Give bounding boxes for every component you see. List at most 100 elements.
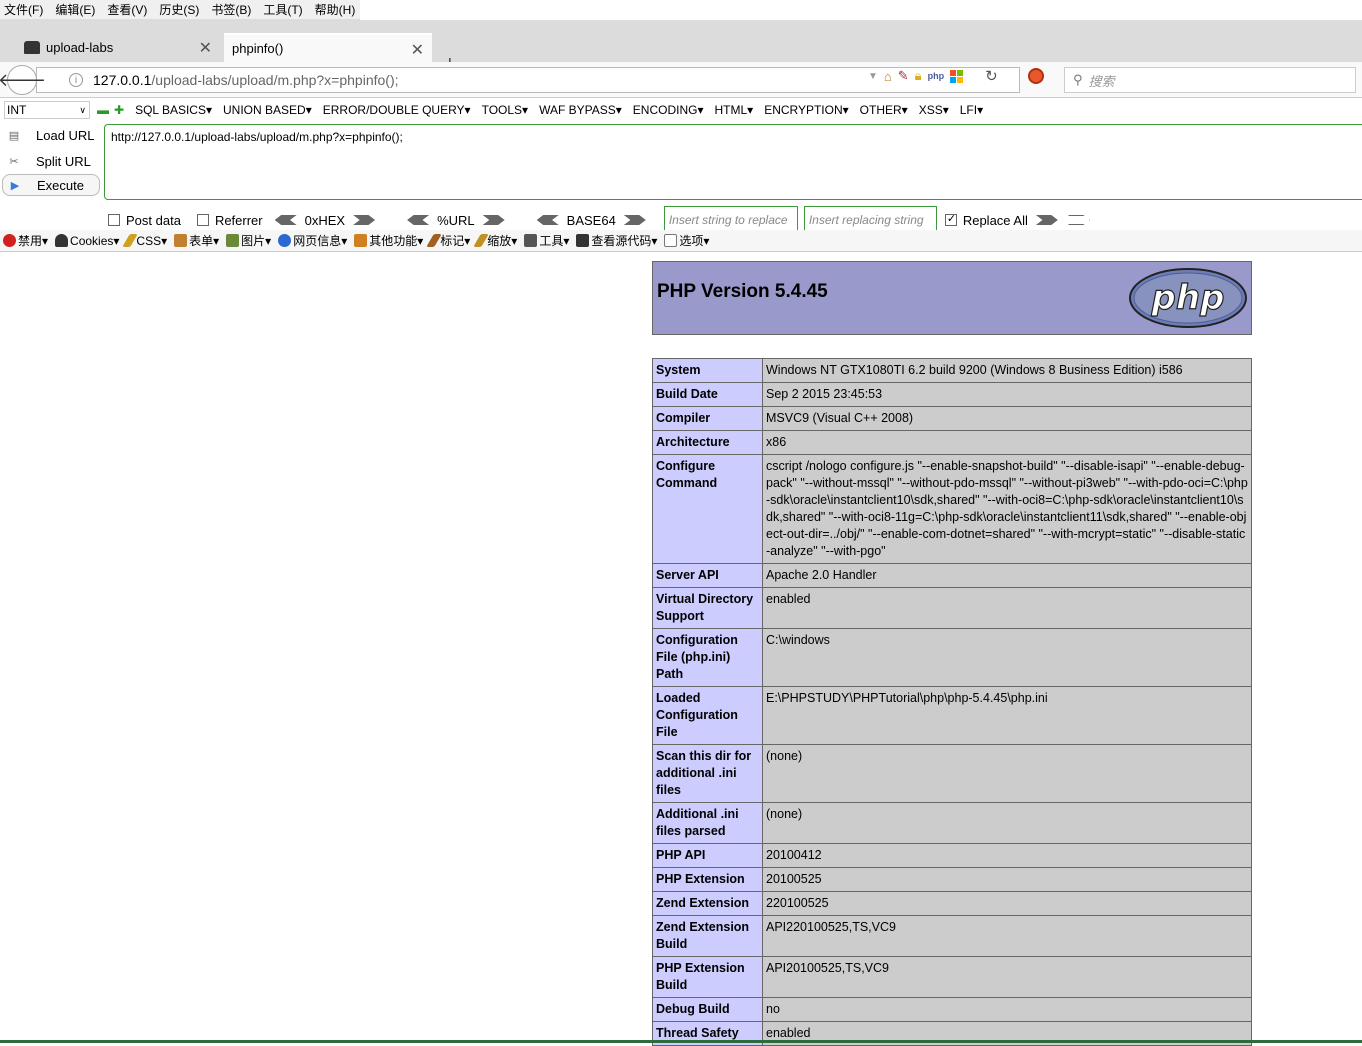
- menu-edit[interactable]: 编辑(E): [55, 1, 95, 18]
- table-row: Scan this dir for additional .ini files(…: [652, 744, 1252, 803]
- reload-icon[interactable]: ↻: [985, 67, 998, 85]
- injection-type-select[interactable]: INT ∨: [4, 101, 90, 119]
- minus-icon[interactable]: ▬: [97, 103, 109, 117]
- menu-history[interactable]: 历史(S): [159, 1, 199, 18]
- table-key: Debug Build: [652, 997, 763, 1022]
- css-menu[interactable]: CSS▾: [122, 234, 167, 248]
- split-url-label: Split URL: [36, 153, 91, 169]
- close-tab-icon[interactable]: ✕: [411, 40, 424, 60]
- table-key: Configure Command: [652, 454, 763, 564]
- image-icon: [226, 234, 240, 247]
- table-row: Zend Extension 220100525: [652, 891, 1252, 916]
- back-button[interactable]: 🡐: [0, 65, 46, 95]
- referrer-checkbox[interactable]: [196, 214, 209, 226]
- url-path: /upload-labs/upload/m.php?x=phpinfo();: [151, 72, 399, 88]
- tools-icon: [524, 234, 538, 247]
- table-value: MSVC9 (Visual C++ 2008): [762, 406, 1252, 431]
- plus-icon[interactable]: ✚: [114, 103, 124, 117]
- disable-menu[interactable]: 禁用▾: [3, 232, 48, 249]
- outline-menu[interactable]: 标记▾: [426, 232, 470, 249]
- table-value: 20100412: [762, 843, 1252, 868]
- disable-label: 禁用▾: [18, 234, 49, 248]
- base64-decode-arrow-icon[interactable]: [536, 215, 559, 225]
- view-source-label: 查看源代码▾: [591, 234, 658, 248]
- replace-all-checkbox[interactable]: [944, 212, 957, 226]
- hackbar-menu-items: ▬ ✚ SQL BASICS▾ UNION BASED▾ ERROR/DOUBL…: [97, 103, 983, 117]
- php-version-header: PHP Version 5.4.45 php: [652, 261, 1252, 335]
- execute-label: Execute: [37, 177, 84, 193]
- menu-bookmarks[interactable]: 书签(B): [211, 1, 251, 18]
- menu-lfi[interactable]: LFI▾: [960, 103, 983, 117]
- menu-file[interactable]: 文件(F): [4, 1, 43, 18]
- home-icon: [24, 41, 40, 54]
- tab-upload-labs[interactable]: upload-labs ✕: [16, 33, 220, 62]
- page-info-menu[interactable]: 网页信息▾: [278, 232, 347, 249]
- blocker-icon[interactable]: [1027, 68, 1044, 84]
- url-decode-arrow-icon[interactable]: [407, 215, 430, 225]
- home-icon[interactable]: ⌂: [884, 69, 892, 84]
- table-row: Build Date Sep 2 2015 23:45:53: [652, 382, 1252, 407]
- dropdown-arrow-icon[interactable]: ▼: [868, 71, 878, 82]
- replacing-placeholder: Insert replacing string: [808, 213, 924, 227]
- options-label: 选项▾: [679, 234, 710, 248]
- execute-button[interactable]: ▶ Execute: [2, 174, 100, 196]
- injection-type-value: INT: [7, 103, 27, 117]
- hackbar-url-textarea[interactable]: http://127.0.0.1/upload-labs/upload/m.ph…: [104, 124, 1362, 200]
- menu-waf-bypass[interactable]: WAF BYPASS▾: [539, 103, 622, 117]
- menu-error-double-query[interactable]: ERROR/DOUBLE QUERY▾: [323, 103, 471, 117]
- menu-html[interactable]: HTML▾: [714, 103, 753, 117]
- table-key: Compiler: [652, 406, 763, 431]
- table-value: E:\PHPSTUDY\PHPTutorial\php\php-5.4.45\p…: [762, 686, 1252, 745]
- replace-arrow-icon[interactable]: [1035, 215, 1058, 225]
- table-value: API220100525,TS,VC9: [762, 915, 1252, 957]
- post-data-checkbox[interactable]: [108, 214, 120, 226]
- tab-phpinfo[interactable]: phpinfo() ✕: [224, 33, 432, 62]
- resize-menu[interactable]: 缩放▾: [473, 232, 518, 249]
- windows-icon[interactable]: [950, 69, 964, 83]
- view-source-icon: [576, 234, 590, 247]
- hex-encode-arrow-icon[interactable]: [353, 215, 376, 225]
- menu-help[interactable]: 帮助(H): [315, 1, 356, 18]
- url-encode-arrow-icon[interactable]: [482, 215, 505, 225]
- forms-menu[interactable]: 表单▾: [174, 232, 219, 249]
- php-logo-text: php: [1151, 278, 1225, 318]
- info-circle-icon: [278, 234, 292, 247]
- load-icon: ▤: [8, 129, 20, 142]
- menu-encryption[interactable]: ENCRYPTION▾: [764, 103, 848, 117]
- table-value: 220100525: [762, 891, 1252, 916]
- menu-sql-basics[interactable]: SQL BASICS▾: [135, 103, 212, 117]
- resize-label: 缩放▾: [487, 234, 518, 248]
- menu-view[interactable]: 查看(V): [107, 1, 147, 18]
- cookies-menu[interactable]: Cookies▾: [55, 234, 119, 248]
- menu-xss[interactable]: XSS▾: [919, 103, 949, 117]
- table-value: x86: [762, 430, 1252, 455]
- options-menu[interactable]: 选项▾: [664, 232, 709, 249]
- php-icon[interactable]: php: [928, 71, 945, 81]
- info-icon[interactable]: i: [69, 73, 83, 87]
- feather-icon[interactable]: ✎: [898, 68, 909, 84]
- misc-menu[interactable]: 其他功能▾: [354, 232, 423, 249]
- lock-icon[interactable]: 🔒︎: [915, 68, 922, 84]
- split-url-button[interactable]: ✂ Split URL: [2, 150, 100, 172]
- table-value: (none): [762, 802, 1252, 844]
- table-value: enabled: [762, 587, 1252, 629]
- chevron-down-icon: ∨: [79, 104, 86, 115]
- base64-encode-arrow-icon[interactable]: [623, 215, 646, 225]
- hex-decode-arrow-icon[interactable]: [274, 215, 297, 225]
- menu-tools[interactable]: TOOLS▾: [482, 103, 528, 117]
- view-source-menu[interactable]: 查看源代码▾: [576, 232, 657, 249]
- menu-union-based[interactable]: UNION BASED▾: [223, 103, 312, 117]
- tab-strip: upload-labs ✕ phpinfo() ✕ +: [0, 20, 1362, 75]
- menu-encoding[interactable]: ENCODING▾: [633, 103, 704, 117]
- menu-tools[interactable]: 工具(T): [263, 1, 302, 18]
- tab-label: upload-labs: [46, 40, 114, 55]
- replace-next-arrow-icon[interactable]: [1067, 215, 1090, 225]
- table-value: Apache 2.0 Handler: [762, 563, 1252, 588]
- search-input[interactable]: ⚲ 搜索: [1064, 67, 1356, 93]
- load-url-label: Load URL: [36, 127, 95, 143]
- load-url-button[interactable]: ▤ Load URL: [2, 124, 100, 146]
- close-tab-icon[interactable]: ✕: [199, 38, 212, 58]
- menu-other[interactable]: OTHER▾: [860, 103, 908, 117]
- images-menu[interactable]: 图片▾: [226, 232, 271, 249]
- tools-menu[interactable]: 工具▾: [524, 232, 569, 249]
